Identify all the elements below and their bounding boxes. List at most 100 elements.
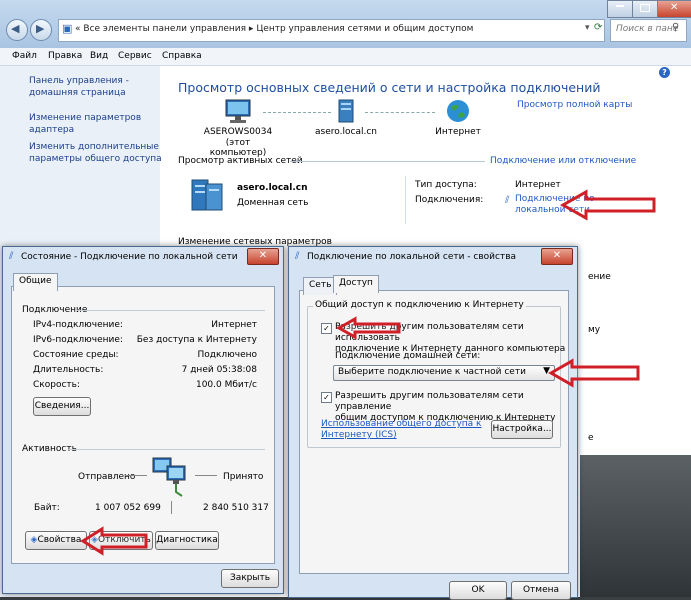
refresh-icon[interactable]: ⟳ [594,22,602,33]
sidebar-item-sharing[interactable]: Изменить дополнительные параметры общего … [29,141,162,165]
globe-icon [447,100,469,122]
received-label: Принято [223,472,264,482]
close-dialog-button[interactable]: Закрыть [221,569,279,588]
clipped-text: ение [588,272,611,282]
arrow-left-icon: ◀ [11,22,20,35]
bytes-sent: 1 007 052 699 [95,503,161,513]
row-label: Скорость: [33,380,80,390]
bytes-label: Байт: [34,503,60,513]
details-button[interactable]: Сведения... [33,397,91,416]
maximize-button[interactable] [632,0,658,18]
sidebar-item-adapter[interactable]: Изменение параметров адаптера [29,112,141,136]
ics-help-link[interactable]: Использование общего доступа к Интернету… [321,419,481,441]
sent-line [125,475,147,476]
bytes-received: 2 840 510 317 [203,503,269,513]
status-close-button[interactable]: ✕ [247,248,279,265]
connect-disconnect-link[interactable]: Подключение или отключение [490,156,636,166]
network-connection-icon: ⫽ [505,195,510,206]
cancel-button[interactable]: Отмена [511,581,571,600]
map-internet-label: Интернет [435,127,481,137]
annotation-arrow-icon [336,316,401,340]
map-domain-name: asero.local.cn [315,127,377,137]
sent-label: Отправлено [78,472,136,482]
network-name: asero.local.cn [237,183,308,193]
ok-button[interactable]: OK [449,581,507,600]
desktop-background [580,455,691,597]
network-activity-icon [152,457,186,497]
search-placeholder: Поиск в пане [616,24,679,34]
menu-help[interactable]: Справка [162,51,202,61]
close-button[interactable]: ✕ [657,0,691,18]
close-icon: ✕ [258,250,268,261]
clipped-text: е [588,433,594,443]
menu-edit[interactable]: Правка [48,51,82,61]
row-label: IPv6-подключение: [33,335,123,345]
bytes-divider [171,501,172,514]
row-value: Интернет [211,320,257,330]
menu-file[interactable]: Файл [12,51,37,61]
row-value: Без доступа к Интернету [136,335,257,345]
network-divider [405,176,406,224]
computer-icon [225,99,251,123]
menu-view[interactable]: Вид [90,51,108,61]
status-dialog-title: Состояние - Подключение по локальной сет… [21,252,238,262]
row-label: IPv4-подключение: [33,320,123,330]
map-computer-sub: (этот компьютер) [209,138,267,158]
map-computer-name: ASEROWS0034 [203,127,273,137]
network-connection-icon: ⫽ [9,251,14,262]
breadcrumb-all-items[interactable]: Все элементы панели управления [83,24,246,34]
row-label: Длительность: [33,365,104,375]
close-icon: ✕ [670,2,679,13]
domain-network-icon [191,179,223,211]
network-connection-icon: ⫽ [295,251,300,262]
tab-sharing[interactable]: Доступ [333,275,379,293]
section-divider [290,161,485,162]
group-separator [69,449,265,450]
annotation-arrow-icon [548,358,640,388]
network-type[interactable]: Доменная сеть [237,198,308,208]
settings-button[interactable]: Настройка... [491,420,553,439]
allow-control-checkbox[interactable]: ✓ [321,392,332,403]
help-icon[interactable]: ? [659,67,670,78]
breadcrumb-network-center[interactable]: Центр управления сетями и общим доступом [256,24,473,34]
domain-server-icon [338,99,354,123]
map-link-line [263,112,331,114]
annotation-arrow-icon [80,526,148,556]
row-label: Состояние среды: [33,350,119,360]
sidebar-item-home[interactable]: Панель управления - домашняя страница [29,75,129,99]
arrow-right-icon: ▶ [36,22,45,35]
allow-share-checkbox[interactable]: ✓ [321,323,332,334]
page-title: Просмотр основных сведений о сети и наст… [178,80,601,95]
access-type-label: Тип доступа: [415,180,477,190]
minimize-button[interactable] [607,0,633,18]
tab-general[interactable]: Общие [13,273,58,291]
group-separator [75,310,265,311]
ics-group-title: Общий доступ к подключению к Интернету [313,300,526,310]
properties-button[interactable]: ◈Свойства [25,531,87,550]
dropdown-arrow-icon[interactable]: ▾ [585,23,590,33]
close-icon: ✕ [552,250,562,261]
minimize-icon [616,5,624,7]
clipped-text: му [588,325,601,335]
row-value: Подключено [197,350,257,360]
properties-dialog: ⫽ Подключение по локальной сети - свойст… [288,246,578,600]
maximize-icon [640,4,650,12]
home-network-label: Подключение домашней сети: [335,351,481,361]
full-map-link[interactable]: Просмотр полной карты [517,100,632,110]
map-link-line [365,112,435,114]
back-button[interactable]: ◀ [6,19,28,41]
active-networks-title: Просмотр активных сетей [178,156,303,166]
access-type-value: Интернет [515,180,561,190]
connections-label: Подключения: [415,195,484,205]
diagnostics-button[interactable]: Диагностика [155,531,219,550]
forward-button[interactable]: ▶ [30,19,52,41]
home-network-select[interactable]: Выберите подключение к частной сети ▼ [333,365,555,381]
properties-close-button[interactable]: ✕ [541,248,573,265]
search-icon[interactable]: ⚲ [672,22,679,33]
properties-dialog-title: Подключение по локальной сети - свойства [307,252,517,262]
control-panel-icon: ▣ [62,22,73,35]
received-line [195,475,217,476]
annotation-arrow-icon [560,189,656,221]
menu-tools[interactable]: Сервис [118,51,152,61]
row-value: 7 дней 05:38:08 [181,365,257,375]
